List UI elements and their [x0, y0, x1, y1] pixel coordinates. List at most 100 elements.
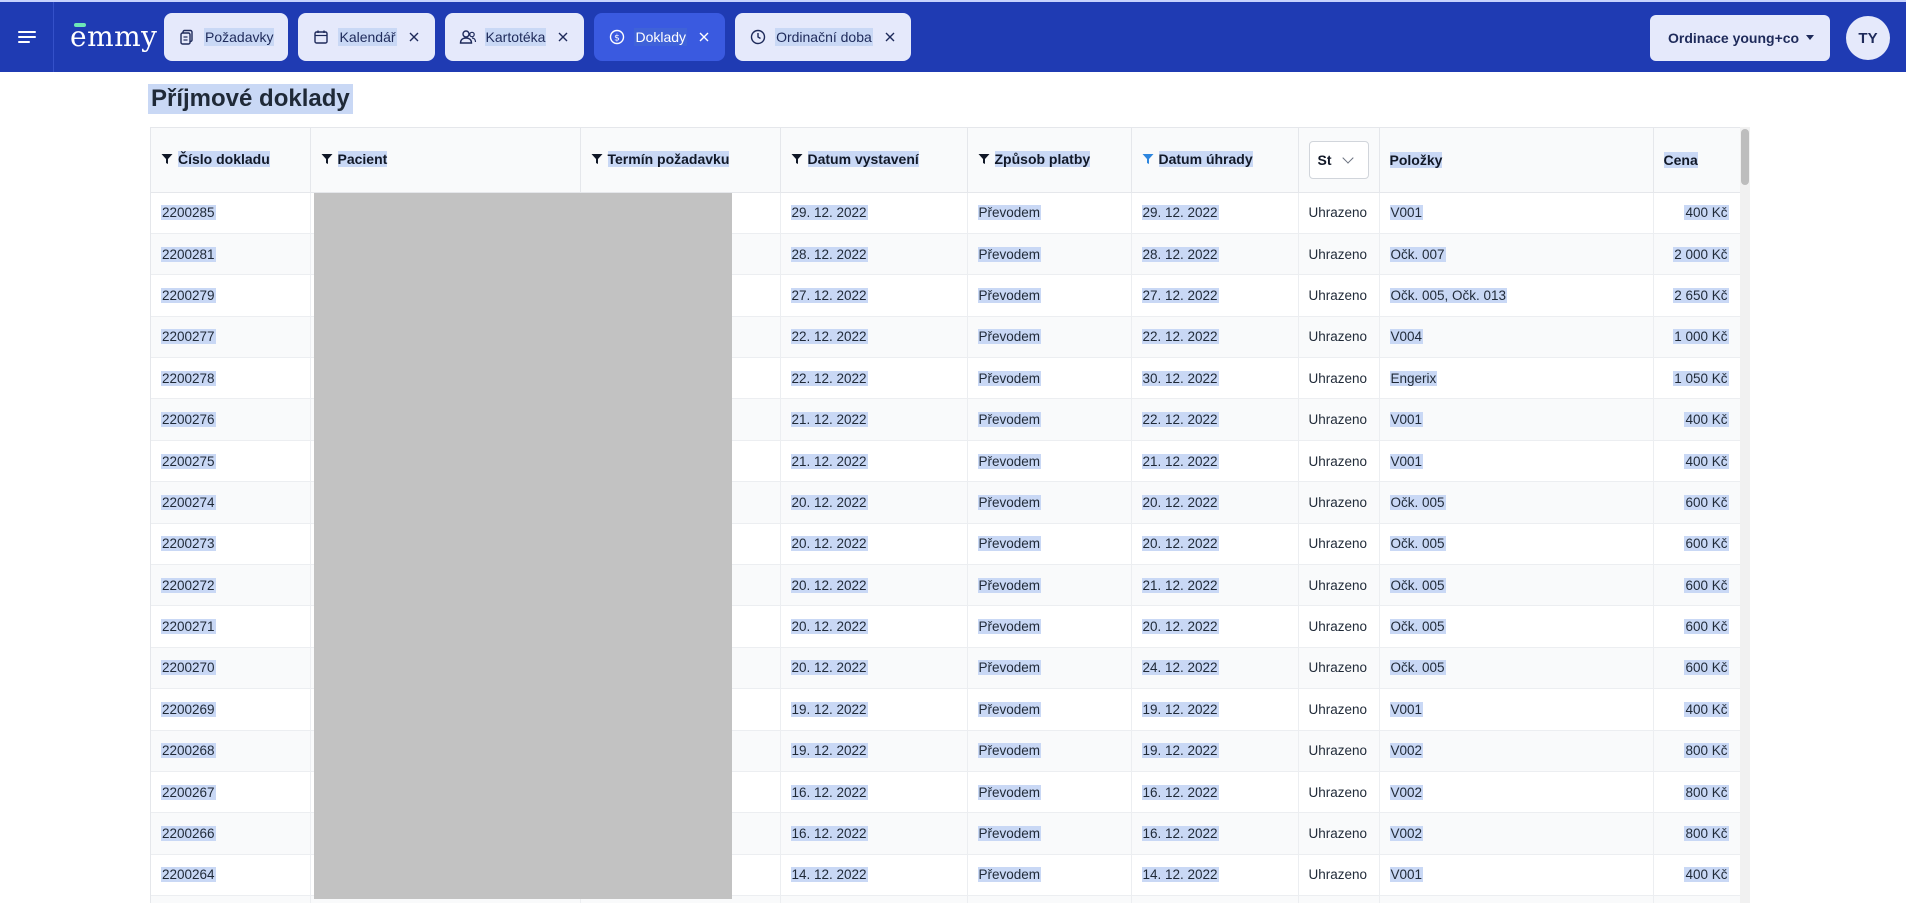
cell-cena: 1 050 Kč [1653, 357, 1741, 400]
cell-datum-vystaveni-value: 20. 12. 2022 [790, 536, 868, 552]
filter-active-icon[interactable] [1142, 153, 1154, 165]
column-header-cislo-dokladu[interactable]: Číslo dokladu [151, 128, 311, 193]
cell-stav [1298, 895, 1380, 903]
cell-polozky-value: Očk. 007 [1389, 246, 1446, 262]
cell-zpusob-platby-value: Převodem [977, 784, 1042, 800]
cell-zpusob-platby: Převodem [967, 564, 1132, 607]
close-icon[interactable] [697, 30, 711, 44]
cell-datum-vystaveni-value: 21. 12. 2022 [790, 412, 868, 428]
filter-icon[interactable] [978, 153, 990, 165]
cell-datum-vystaveni: 22. 12. 2022 [780, 357, 968, 400]
column-header-cena[interactable]: Cena [1653, 128, 1741, 193]
cell-datum-vystaveni: 16. 12. 2022 [780, 812, 968, 855]
cell-cena-value: 600 Kč [1684, 619, 1729, 635]
cell-datum-vystaveni [780, 895, 968, 903]
cell-cislo-dokladu [151, 895, 311, 903]
cell-datum-vystaveni-value: 22. 12. 2022 [790, 370, 868, 386]
cell-cena-value: 400 Kč [1684, 867, 1729, 883]
cell-datum-uhrady: 21. 12. 2022 [1131, 440, 1299, 483]
tab-label: Kalendář [338, 28, 397, 46]
filter-icon[interactable] [321, 153, 333, 165]
column-header-datum-vystaveni[interactable]: Datum vystavení [780, 128, 968, 193]
cell-datum-uhrady: 22. 12. 2022 [1131, 316, 1299, 359]
cell-cena: 2 650 Kč [1653, 274, 1741, 317]
cell-cena: 2 000 Kč [1653, 233, 1741, 276]
scrollbar-thumb[interactable] [1741, 129, 1749, 185]
cell-datum-vystaveni-value: 20. 12. 2022 [790, 577, 868, 593]
close-icon[interactable] [556, 30, 570, 44]
cell-datum-uhrady: 27. 12. 2022 [1131, 274, 1299, 317]
filter-icon[interactable] [791, 153, 803, 165]
cell-datum-vystaveni-value: 27. 12. 2022 [790, 287, 868, 303]
filter-icon[interactable] [591, 153, 603, 165]
cell-stav-value: Uhrazeno [1308, 246, 1368, 262]
cell-cislo-dokladu: 2200275 [151, 440, 311, 483]
cell-stav: Uhrazeno [1298, 523, 1380, 566]
cell-datum-vystaveni-value: 14. 12. 2022 [790, 867, 868, 883]
cell-polozky: V001 [1379, 398, 1654, 441]
cell-zpusob-platby-value: Převodem [977, 412, 1042, 428]
tab-label: Požadavky [204, 28, 275, 46]
cell-datum-uhrady-value: 20. 12. 2022 [1141, 494, 1219, 510]
cell-datum-vystaveni-value: 20. 12. 2022 [790, 494, 868, 510]
cell-stav: Uhrazeno [1298, 647, 1380, 690]
cell-datum-vystaveni-value: 29. 12. 2022 [790, 205, 868, 221]
cell-datum-uhrady-value: 16. 12. 2022 [1141, 826, 1219, 842]
page-title: Příjmové doklady [148, 84, 353, 114]
users-icon [459, 28, 477, 46]
cell-datum-uhrady-value: 28. 12. 2022 [1141, 246, 1219, 262]
cell-stav-value: Uhrazeno [1308, 743, 1368, 759]
cell-datum-uhrady-value: 21. 12. 2022 [1141, 453, 1219, 469]
cell-polozky-value: Očk. 005, Očk. 013 [1389, 287, 1508, 303]
cell-polozky: V001 [1379, 192, 1654, 234]
cell-cena-value: 400 Kč [1684, 701, 1729, 717]
cell-datum-uhrady-value: 14. 12. 2022 [1141, 867, 1219, 883]
tab-ordinacni-doba[interactable]: Ordinační doba [735, 13, 911, 61]
tab-label: Ordinační doba [775, 28, 873, 46]
tab-pozadavky[interactable]: Požadavky [164, 13, 289, 61]
cell-datum-uhrady-value: 20. 12. 2022 [1141, 536, 1219, 552]
cell-cena: 400 Kč [1653, 440, 1741, 483]
cell-datum-vystaveni-value: 21. 12. 2022 [790, 453, 868, 469]
organization-select-value: Ordinace young+co [1668, 30, 1800, 46]
user-avatar[interactable]: TY [1846, 16, 1890, 60]
cell-zpusob-platby: Převodem [967, 854, 1132, 897]
cell-cena: 600 Kč [1653, 647, 1741, 690]
organization-select[interactable]: Ordinace young+co [1650, 15, 1830, 61]
cell-cena-value: 1 050 Kč [1673, 370, 1729, 386]
app-logo[interactable]: emmy [70, 17, 157, 57]
hamburger-menu-button[interactable] [0, 2, 54, 72]
filter-icon[interactable] [161, 153, 173, 165]
cell-zpusob-platby: Převodem [967, 233, 1132, 276]
cell-polozky-value: Očk. 005 [1389, 536, 1446, 552]
column-header-termin-pozadavku[interactable]: Termín požadavku [580, 128, 781, 193]
cell-cena-value: 2 000 Kč [1673, 246, 1729, 262]
table-scrollbar[interactable] [1740, 127, 1750, 903]
cell-zpusob-platby [967, 895, 1132, 903]
cell-stav-value: Uhrazeno [1308, 660, 1368, 676]
cell-zpusob-platby-value: Převodem [977, 205, 1042, 221]
cell-datum-uhrady-value: 19. 12. 2022 [1141, 743, 1219, 759]
cell-datum-vystaveni: 16. 12. 2022 [780, 771, 968, 814]
cell-cena-value: 600 Kč [1684, 494, 1729, 510]
column-header-pacient[interactable]: Pacient [310, 128, 581, 193]
tab-doklady[interactable]: $ Doklady [594, 13, 726, 61]
cell-cena: 600 Kč [1653, 481, 1741, 524]
close-icon[interactable] [407, 30, 421, 44]
cell-datum-vystaveni: 14. 12. 2022 [780, 854, 968, 897]
close-icon[interactable] [883, 30, 897, 44]
cell-stav: Uhrazeno [1298, 812, 1380, 855]
cell-cislo-dokladu: 2200273 [151, 523, 311, 566]
column-header-datum-uhrady[interactable]: Datum úhrady [1131, 128, 1299, 193]
tab-kartoteka[interactable]: Kartotéka [444, 13, 585, 61]
cell-cislo-dokladu: 2200276 [151, 398, 311, 441]
column-header-zpusob-platby[interactable]: Způsob platby [967, 128, 1132, 193]
logo-accent [74, 23, 86, 27]
column-header-polozky[interactable]: Položky [1379, 128, 1654, 193]
cell-stav: Uhrazeno [1298, 316, 1380, 359]
status-filter-select[interactable]: St [1308, 140, 1369, 179]
cell-stav-value: Uhrazeno [1308, 536, 1368, 552]
cell-stav-value: Uhrazeno [1308, 205, 1368, 221]
tab-kalendar[interactable]: Kalendář [298, 13, 435, 61]
cell-datum-vystaveni: 19. 12. 2022 [780, 688, 968, 731]
